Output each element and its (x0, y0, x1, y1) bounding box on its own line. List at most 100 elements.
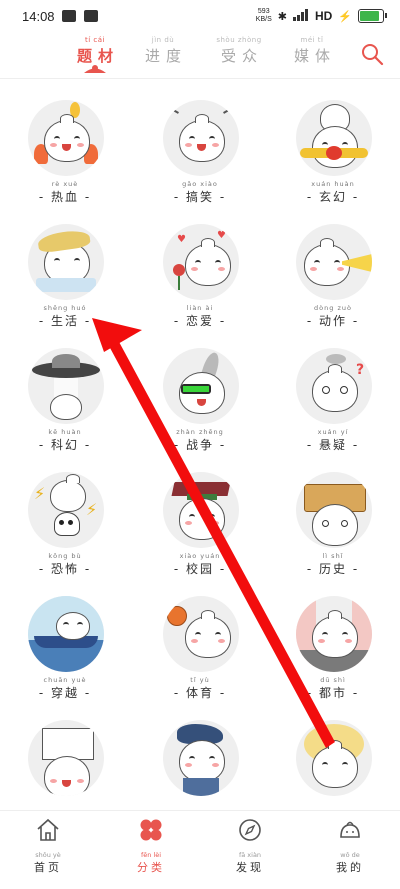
charging-icon: ⚡ (338, 10, 352, 23)
status-bar: 14:08 593 KB/S ✱ HD ⚡ (0, 0, 400, 34)
category-pinyin: rè xuè (51, 180, 79, 188)
graduate-bun-icon (163, 472, 239, 548)
tab-media[interactable]: méi tǐ 媒体 (277, 36, 347, 66)
category-item-lishi[interactable]: lì shǐ - 历史 - (278, 466, 388, 586)
category-pinyin: xuán yí (317, 428, 349, 436)
boat-bun-icon (28, 596, 104, 672)
category-label: - 校园 - (173, 562, 227, 576)
rabbit-bun-icon (163, 720, 239, 796)
status-time: 14:08 (22, 9, 55, 24)
laughing-bun-icon (163, 100, 239, 176)
category-label: - 生活 - (38, 314, 92, 328)
category-pinyin: kǒng bù (48, 552, 82, 560)
category-pinyin (278, 800, 388, 808)
nav-home[interactable]: shǒu yè 首页 (8, 817, 88, 875)
category-item-kehuan[interactable]: kē huàn - 科幻 - (10, 342, 120, 462)
category-label: - 恋爱 - (173, 314, 227, 328)
tab-label: 受众 (220, 47, 263, 65)
category-item-dongzuo[interactable]: dòng zuò - 动作 - (278, 218, 388, 338)
tab-audience[interactable]: shòu zhòng 受众 (204, 36, 274, 66)
nav-label: 发现 (236, 861, 264, 874)
category-label: - 恐怖 - (38, 562, 92, 576)
category-item-tiyu[interactable]: tǐ yù - 体育 - (145, 590, 255, 710)
category-item-xuanhuan[interactable]: xuán huàn - 玄幻 - (278, 94, 388, 214)
category-item-lianai[interactable]: ♥ ♥ liàn ài - 恋爱 - (145, 218, 255, 338)
category-pinyin (145, 800, 255, 808)
category-item-rexue[interactable]: rè xuè - 热血 - (10, 94, 120, 214)
tab-pinyin: jìn dù (151, 36, 175, 44)
category-pinyin: xiào yuán (179, 552, 221, 560)
category-pinyin: tǐ yù (190, 676, 210, 684)
category-pinyin: zhàn zhēng (176, 428, 224, 436)
signal-icon (292, 8, 309, 24)
tab-progress[interactable]: jìn dù 进度 (128, 36, 198, 66)
category-label: - 科幻 - (38, 438, 92, 452)
gallery-notification-icon (62, 10, 76, 22)
category-item-gaoxiao[interactable]: gǎo xiào - 搞笑 - (145, 94, 255, 214)
category-pinyin: chuān yuè (43, 676, 87, 684)
nav-label: 首页 (34, 861, 62, 874)
category-label: - 悬疑 - (306, 438, 360, 452)
question-bun-icon: ? (296, 348, 372, 424)
category-label: - 战争 - (173, 438, 227, 452)
active-tab-indicator (84, 65, 106, 73)
category-label: - 搞笑 - (173, 190, 227, 204)
category-pinyin: kē huàn (48, 428, 82, 436)
category-pinyin: lì shǐ (322, 552, 344, 560)
category-label: - 体育 - (173, 686, 227, 700)
tab-label: 媒体 (293, 47, 336, 65)
network-speed-value: 593 (257, 8, 270, 15)
category-item-shenghuo[interactable]: shēng huó - 生活 - (10, 218, 120, 338)
category-item-row6-1[interactable] (10, 714, 120, 810)
punch-bun-icon (296, 224, 372, 300)
city-bun-icon (296, 596, 372, 672)
book-bun-icon (28, 720, 104, 796)
tab-pinyin: méi tǐ (300, 36, 324, 44)
category-item-xiaoyuan[interactable]: xiào yuán - 校园 - (145, 466, 255, 586)
history-bun-icon (296, 472, 372, 548)
category-item-chuanyue[interactable]: chuān yuè - 穿越 - (10, 590, 120, 710)
category-pinyin: liàn ài (186, 304, 214, 312)
tab-pinyin: tí cái (85, 36, 105, 44)
category-tabs: tí cái 题材 jìn dù 进度 shòu zhòng 受众 méi tǐ… (0, 36, 400, 76)
category-label: - 都市 - (306, 686, 360, 700)
nav-pinyin: fā xiàn (238, 851, 262, 859)
tab-label: 题材 (76, 47, 119, 65)
fire-bun-icon (28, 100, 104, 176)
category-item-xuanyi[interactable]: ? xuán yí - 悬疑 - (278, 342, 388, 462)
bluetooth-icon: ✱ (277, 10, 287, 23)
fantasy-bun-icon (296, 100, 372, 176)
nav-category[interactable]: fēn lèi 分类 (111, 817, 191, 875)
category-label: - 历史 - (306, 562, 360, 576)
network-speed-unit: KB/S (255, 16, 272, 23)
skull-bun-icon: ⚡ ⚡ (28, 472, 104, 548)
nav-label: 分类 (137, 861, 165, 874)
soldier-bun-icon (163, 348, 239, 424)
profile-bun-icon (340, 821, 360, 838)
rose-bun-icon: ♥ ♥ (163, 224, 239, 300)
sleeping-bun-icon (28, 224, 104, 300)
nav-discover[interactable]: fā xiàn 发现 (210, 817, 290, 875)
bottom-navigation: shǒu yè 首页 fēn lèi 分类 fā xiàn 发现 wǒ de 我… (0, 810, 400, 889)
nav-label: 我的 (336, 861, 364, 874)
tab-subject[interactable]: tí cái 题材 (60, 36, 130, 66)
network-speed: 593 KB/S (256, 8, 272, 24)
tab-pinyin: shòu zhòng (216, 36, 262, 44)
category-grid: rè xuè - 热血 - gǎo xiào - 搞笑 - xuán huàn … (0, 90, 400, 810)
category-pinyin: shēng huó (43, 304, 87, 312)
category-item-row6-3[interactable] (278, 714, 388, 810)
category-icon (140, 819, 162, 841)
category-pinyin (10, 800, 120, 808)
category-item-zhanzheng[interactable]: zhàn zhēng - 战争 - (145, 342, 255, 462)
search-icon[interactable] (360, 42, 384, 66)
category-pinyin: gǎo xiào (182, 180, 218, 188)
category-item-dushi[interactable]: dū shì - 都市 - (278, 590, 388, 710)
nav-mine[interactable]: wǒ de 我的 (310, 817, 390, 875)
category-label: - 热血 - (38, 190, 92, 204)
category-item-kongbu[interactable]: ⚡ ⚡ kǒng bù - 恐怖 - (10, 466, 120, 586)
tab-label: 进度 (144, 47, 187, 65)
category-label: - 穿越 - (38, 686, 92, 700)
ufo-bun-icon (28, 348, 104, 424)
nav-pinyin: fēn lèi (140, 851, 162, 859)
category-item-row6-2[interactable] (145, 714, 255, 810)
